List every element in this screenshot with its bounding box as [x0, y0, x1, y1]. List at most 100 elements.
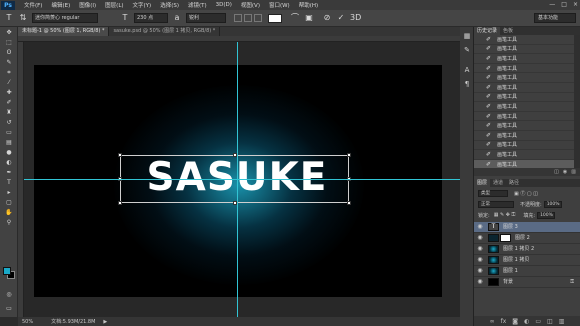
document-tab-active[interactable]: 未标题-1 @ 50% (图层 1, RGB/8) *: [18, 27, 110, 36]
layer-row-selected[interactable]: ◉ T 图层 3: [474, 222, 580, 233]
layer-row[interactable]: ◉ 图层 2: [474, 233, 580, 244]
foreground-color-swatch[interactable]: [3, 267, 11, 275]
3d-text-icon[interactable]: 3D: [350, 13, 361, 23]
workspace-select[interactable]: 基本功能: [534, 13, 576, 23]
history-item[interactable]: ✐ 画笔工具: [474, 54, 574, 64]
adjustment-layer-icon[interactable]: ◐: [524, 318, 529, 325]
transform-handle[interactable]: [118, 153, 122, 157]
tab-swatches[interactable]: 色板: [500, 27, 516, 35]
canvas-area[interactable]: SASUKE: [18, 36, 460, 317]
move-tool-icon[interactable]: ✥: [4, 28, 14, 37]
minimize-button[interactable]: —: [549, 1, 555, 8]
tab-channels[interactable]: 通道: [490, 179, 506, 187]
new-document-from-state-icon[interactable]: ◫: [554, 169, 559, 175]
history-item[interactable]: ✐ 画笔工具: [474, 64, 574, 74]
menu-image[interactable]: 图像(I): [79, 1, 96, 9]
snapshot-icon[interactable]: ◉: [563, 169, 567, 175]
history-item[interactable]: ✐ 画笔工具: [474, 150, 574, 160]
blur-tool-icon[interactable]: ●: [4, 148, 14, 157]
new-layer-icon[interactable]: ◫: [547, 318, 553, 325]
quick-select-tool-icon[interactable]: ✎: [4, 58, 14, 67]
font-family-select[interactable]: 迷你简菱心 regular: [32, 13, 98, 23]
menu-window[interactable]: 窗口(W): [269, 1, 290, 9]
history-item[interactable]: ✐ 画笔工具: [474, 131, 574, 141]
crop-tool-icon[interactable]: ⌗: [4, 68, 14, 77]
menu-help[interactable]: 帮助(H): [299, 1, 318, 9]
screen-mode-icon[interactable]: ▭: [4, 304, 14, 313]
character-panel-icon[interactable]: ▣: [304, 13, 314, 23]
opacity-field[interactable]: 100%: [543, 200, 562, 208]
commit-edit-icon[interactable]: ✓: [336, 13, 346, 23]
antialias-select[interactable]: 锐利: [186, 13, 226, 23]
character-panel-icon[interactable]: A: [462, 65, 472, 75]
font-size-select[interactable]: 230 点: [134, 13, 168, 23]
text-orientation-icon[interactable]: ⇅: [18, 13, 28, 23]
layer-row[interactable]: ◉ 图层 1 拷贝 2: [474, 244, 580, 255]
warp-text-icon[interactable]: ⌒: [290, 13, 300, 23]
paragraph-panel-icon[interactable]: ¶: [462, 79, 472, 89]
menu-layer[interactable]: 图层(L): [105, 1, 123, 9]
history-item[interactable]: ✐ 画笔工具: [474, 45, 574, 55]
transform-handle[interactable]: [347, 153, 351, 157]
history-brush-tool-icon[interactable]: ↺: [4, 118, 14, 127]
stamp-tool-icon[interactable]: ♜: [4, 108, 14, 117]
history-panel-icon[interactable]: ▦: [462, 31, 472, 41]
status-menu-arrow-icon[interactable]: ▶: [103, 319, 107, 325]
visibility-eye-icon[interactable]: ◉: [476, 245, 484, 252]
close-button[interactable]: ×: [573, 1, 578, 8]
menu-file[interactable]: 文件(F): [24, 1, 42, 9]
horizontal-ruler[interactable]: [18, 36, 460, 42]
dodge-tool-icon[interactable]: ◐: [4, 158, 14, 167]
hand-tool-icon[interactable]: ✋: [4, 208, 14, 217]
menu-type[interactable]: 文字(Y): [133, 1, 152, 9]
quick-mask-icon[interactable]: ◎: [4, 290, 14, 299]
eraser-tool-icon[interactable]: ▭: [4, 128, 14, 137]
transform-handle[interactable]: [347, 201, 351, 205]
history-item[interactable]: ✐ 画笔工具: [474, 83, 574, 93]
lock-icons[interactable]: ▦ ✎ ✥ ⚿: [494, 212, 516, 218]
zoom-tool-icon[interactable]: ⚲: [4, 218, 14, 227]
align-center-button[interactable]: [244, 14, 252, 22]
link-layers-icon[interactable]: ∞: [490, 318, 495, 325]
delete-state-icon[interactable]: ▥: [571, 169, 576, 175]
pen-tool-icon[interactable]: ✒: [4, 168, 14, 177]
document-tab[interactable]: sasuke.psd @ 50% (图层 1 拷贝, RGB/8) *: [109, 27, 221, 36]
brush-presets-icon[interactable]: ✎: [462, 45, 472, 55]
menu-select[interactable]: 选择(S): [160, 1, 179, 9]
history-item-selected[interactable]: ✐ 画笔工具: [474, 159, 574, 168]
history-item[interactable]: ✐ 画笔工具: [474, 102, 574, 112]
maximize-button[interactable]: □: [561, 1, 567, 8]
shape-tool-icon[interactable]: ▢: [4, 198, 14, 207]
tab-history[interactable]: 历史记录: [474, 27, 501, 35]
filter-icons[interactable]: ▣ Ⓣ ▢ ◫: [514, 190, 538, 197]
new-group-icon[interactable]: ▭: [535, 318, 541, 325]
cancel-edit-icon[interactable]: ⊘: [322, 13, 332, 23]
layer-row[interactable]: ◉ 图层 1 拷贝: [474, 255, 580, 266]
layer-kind-filter[interactable]: 类型: [478, 189, 508, 197]
menu-edit[interactable]: 编辑(E): [51, 1, 70, 9]
text-color-swatch[interactable]: [268, 13, 282, 23]
add-mask-icon[interactable]: ◙: [512, 318, 518, 325]
layer-style-icon[interactable]: fx: [501, 318, 507, 325]
visibility-eye-icon[interactable]: ◉: [476, 267, 484, 274]
lasso-tool-icon[interactable]: ʘ: [4, 48, 14, 57]
layer-row[interactable]: ◉ 图层 1: [474, 266, 580, 277]
history-item[interactable]: ✐ 画笔工具: [474, 93, 574, 103]
history-item[interactable]: ✐ 画笔工具: [474, 35, 574, 45]
history-item[interactable]: ✐ 画笔工具: [474, 141, 574, 151]
healing-brush-tool-icon[interactable]: ✚: [4, 88, 14, 97]
visibility-eye-icon[interactable]: ◉: [476, 256, 484, 263]
history-item[interactable]: ✐ 画笔工具: [474, 73, 574, 83]
transform-handle[interactable]: [118, 201, 122, 205]
tab-paths[interactable]: 路径: [506, 179, 522, 187]
layer-row[interactable]: ◉ 背景 ⚿: [474, 277, 580, 288]
visibility-eye-icon[interactable]: ◉: [476, 234, 484, 241]
history-item[interactable]: ✐ 画笔工具: [474, 112, 574, 122]
menu-view[interactable]: 视图(V): [241, 1, 260, 9]
align-right-button[interactable]: [254, 14, 262, 22]
path-select-tool-icon[interactable]: ▸: [4, 188, 14, 197]
history-item[interactable]: ✐ 画笔工具: [474, 121, 574, 131]
menu-filter[interactable]: 滤镜(T): [188, 1, 207, 9]
marquee-tool-icon[interactable]: ⬚: [4, 38, 14, 47]
type-tool-icon[interactable]: T: [4, 13, 14, 23]
